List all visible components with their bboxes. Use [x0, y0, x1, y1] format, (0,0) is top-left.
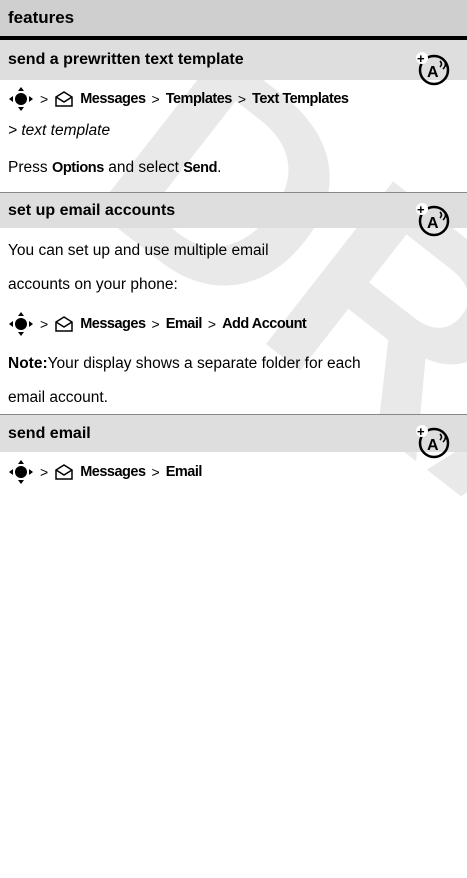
body-text-line-2: accounts on your phone: [8, 276, 178, 293]
nav-templates: Templates [165, 91, 233, 107]
instruction-text: Press Options and select Send. [8, 159, 222, 176]
envelope-icon [55, 464, 73, 480]
nav-messages: Messages [80, 316, 146, 332]
navigation-key-icon [9, 312, 33, 336]
nav-path-add-account: > Messages > Email > Add Account [0, 302, 467, 346]
svg-text:+: + [417, 202, 425, 217]
nav-continuation: > text template [8, 122, 111, 139]
nav-path-text-templates: > Messages > Templates > Text Templates [0, 80, 467, 118]
nav-add-account: Add Account [222, 316, 307, 332]
table-header: features [0, 0, 467, 40]
svg-text:+: + [417, 424, 425, 439]
nav-email: Email [165, 316, 203, 332]
body-text-line-1: You can set up and use multiple email [8, 242, 269, 259]
envelope-icon [55, 316, 73, 332]
section-title: send a prewritten text template [8, 51, 244, 68]
nav-text-templates: Text Templates [252, 91, 349, 107]
envelope-icon [55, 91, 73, 107]
svg-text:+: + [417, 51, 425, 66]
note-label: Note: [8, 355, 48, 372]
features-page: features send a prewritten text template… [0, 0, 467, 492]
nav-path-email: > Messages > Email [0, 452, 467, 492]
nav-email: Email [165, 464, 203, 480]
nav-messages: Messages [80, 464, 146, 480]
svg-text:A: A [427, 64, 439, 81]
section-title-send-email: send email + A [0, 414, 467, 459]
nav-messages: Messages [80, 91, 146, 107]
navigation-key-icon [9, 87, 33, 111]
section-title: set up email accounts [8, 201, 176, 219]
note-line-2: email account. [8, 389, 108, 406]
send-action-label: Send [183, 160, 218, 176]
note-line-1: Note: Your display shows a separate fold… [8, 355, 361, 372]
table-header-title: features [8, 8, 75, 27]
section-title-email-accounts: set up email accounts + A [0, 192, 467, 237]
section-title: send email [8, 424, 91, 442]
options-key-label: Options [51, 160, 104, 176]
navigation-key-icon [9, 460, 33, 484]
section-title-text-template: send a prewritten text template + A [0, 40, 467, 86]
